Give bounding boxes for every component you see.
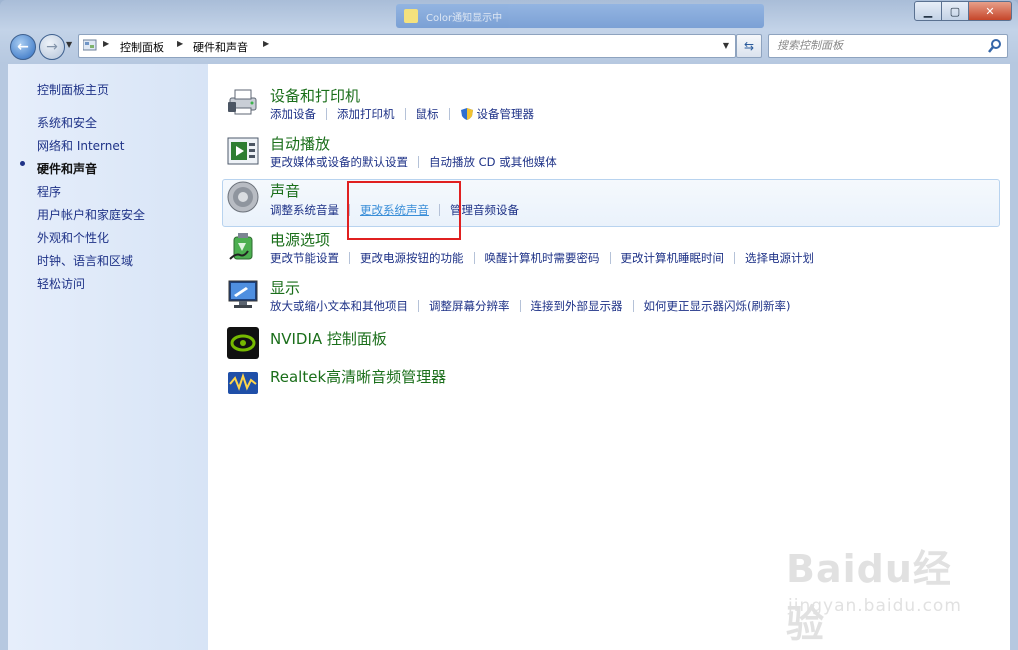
link-adjust-volume[interactable]: 调整系统音量 [270, 202, 339, 218]
link-screen-resolution[interactable]: 调整屏幕分辨率 [429, 298, 510, 314]
category-autoplay[interactable]: 自动播放 [270, 133, 330, 154]
address-bar[interactable]: ▶ 控制面板 ▶ 硬件和声音 ▶ ▼ [78, 34, 736, 58]
link-add-printer[interactable]: 添加打印机 [337, 106, 395, 122]
category-power-options[interactable]: 电源选项 [270, 229, 330, 250]
link-separator [326, 108, 327, 120]
link-refresh-rate[interactable]: 如何更正显示器闪烁(刷新率) [644, 298, 791, 314]
link-wake-password[interactable]: 唤醒计算机时需要密码 [485, 250, 600, 266]
link-separator [418, 156, 419, 168]
breadcrumb-separator[interactable]: ▶ [177, 39, 183, 48]
category-sound[interactable]: 声音 [270, 180, 300, 201]
category-devices-printers[interactable]: 设备和打印机 [270, 85, 360, 106]
sidebar-item-ease-of-access[interactable]: 轻松访问 [37, 275, 85, 292]
link-add-device[interactable]: 添加设备 [270, 106, 316, 122]
sidebar: 控制面板主页 系统和安全 网络和 Internet 硬件和声音 程序 用户帐户和… [8, 64, 208, 650]
sidebar-item-system-security[interactable]: 系统和安全 [37, 114, 97, 131]
watermark-logo-text: Baidu经验 [786, 547, 952, 646]
display-icon [228, 280, 258, 308]
devices-printers-links: 添加设备 添加打印机 鼠标 设备管理器 [270, 106, 534, 122]
autoplay-links: 更改媒体或设备的默认设置 自动播放 CD 或其他媒体 [270, 154, 557, 170]
minimize-button[interactable]: ▁ [914, 1, 942, 21]
sidebar-item-hardware-sound[interactable]: 硬件和声音 [37, 160, 97, 177]
link-separator [519, 300, 521, 312]
address-dropdown-icon[interactable]: ▼ [723, 41, 729, 50]
sidebar-item-clock-language[interactable]: 时钟、语言和区域 [37, 252, 133, 269]
link-sleep-time[interactable]: 更改计算机睡眠时间 [621, 250, 725, 266]
link-separator [609, 252, 611, 264]
breadcrumb-control-panel[interactable]: 控制面板 [120, 39, 164, 55]
link-autoplay-cd[interactable]: 自动播放 CD 或其他媒体 [429, 154, 557, 170]
realtek-icon [228, 372, 258, 394]
nvidia-icon [227, 327, 259, 359]
recent-pages-dropdown[interactable]: ▼ [66, 40, 72, 49]
link-separator [632, 300, 634, 312]
sidebar-item-home[interactable]: 控制面板主页 [37, 81, 109, 98]
arrow-left-icon: ← [17, 39, 29, 55]
background-app-icon [404, 9, 418, 23]
link-choose-power-plan[interactable]: 选择电源计划 [745, 250, 814, 266]
sidebar-item-user-accounts[interactable]: 用户帐户和家庭安全 [37, 206, 145, 223]
link-device-manager[interactable]: 设备管理器 [477, 106, 535, 122]
speaker-icon [227, 181, 259, 213]
background-window-title-text: Color通知显示中 [426, 13, 503, 24]
watermark-url: jingyan.baidu.com [788, 596, 962, 616]
sidebar-item-appearance[interactable]: 外观和个性化 [37, 229, 109, 246]
breadcrumb-separator[interactable]: ▶ [103, 39, 109, 48]
link-mouse[interactable]: 鼠标 [416, 106, 439, 122]
printer-icon [228, 89, 257, 115]
search-box[interactable] [768, 34, 1008, 58]
link-separator [734, 252, 735, 264]
display-links: 放大或缩小文本和其他项目 调整屏幕分辨率 连接到外部显示器 如何更正显示器闪烁(… [270, 298, 790, 314]
category-display[interactable]: 显示 [270, 277, 300, 298]
link-text-size[interactable]: 放大或缩小文本和其他项目 [270, 298, 408, 314]
uac-shield-icon [460, 108, 473, 120]
arrow-right-icon: → [46, 39, 58, 55]
category-nvidia[interactable]: NVIDIA 控制面板 [270, 328, 387, 349]
link-separator [473, 252, 475, 264]
search-icon[interactable] [987, 38, 1003, 54]
sidebar-item-network[interactable]: 网络和 Internet [37, 137, 124, 154]
sidebar-item-programs[interactable]: 程序 [37, 183, 61, 200]
link-external-display[interactable]: 连接到外部显示器 [531, 298, 623, 314]
power-icon [229, 233, 253, 260]
highlight-annotation-box [347, 181, 461, 240]
power-options-links: 更改节能设置 更改电源按钮的功能 唤醒计算机时需要密码 更改计算机睡眠时间 选择… [270, 250, 814, 266]
maximize-button[interactable]: ▢ [942, 1, 969, 21]
link-change-media-defaults[interactable]: 更改媒体或设备的默认设置 [270, 154, 408, 170]
link-separator [404, 108, 406, 120]
link-separator [418, 300, 419, 312]
baidu-jingyan-watermark: Baidu经验 jingyan.baidu.com [780, 538, 980, 646]
control-panel-icon [83, 39, 97, 51]
background-window-title: Color通知显示中 [396, 4, 764, 28]
link-separator [448, 108, 450, 120]
forward-button[interactable]: → [39, 34, 65, 60]
link-change-power-saving[interactable]: 更改节能设置 [270, 250, 339, 266]
current-item-bullet [20, 161, 25, 166]
autoplay-icon [227, 137, 259, 165]
search-input[interactable] [769, 35, 987, 55]
breadcrumb-separator[interactable]: ▶ [263, 39, 269, 48]
link-power-button-function[interactable]: 更改电源按钮的功能 [360, 250, 464, 266]
breadcrumb-hardware-sound[interactable]: 硬件和声音 [193, 39, 248, 55]
link-separator [349, 252, 350, 264]
close-button[interactable]: ✕ [969, 1, 1012, 21]
refresh-icon: ⇆ [743, 39, 755, 53]
category-realtek[interactable]: Realtek高清晰音频管理器 [270, 366, 446, 387]
window-controls: ▁ ▢ ✕ [914, 1, 1012, 21]
back-button[interactable]: ← [10, 34, 36, 60]
refresh-button[interactable]: ⇆ [736, 34, 762, 58]
